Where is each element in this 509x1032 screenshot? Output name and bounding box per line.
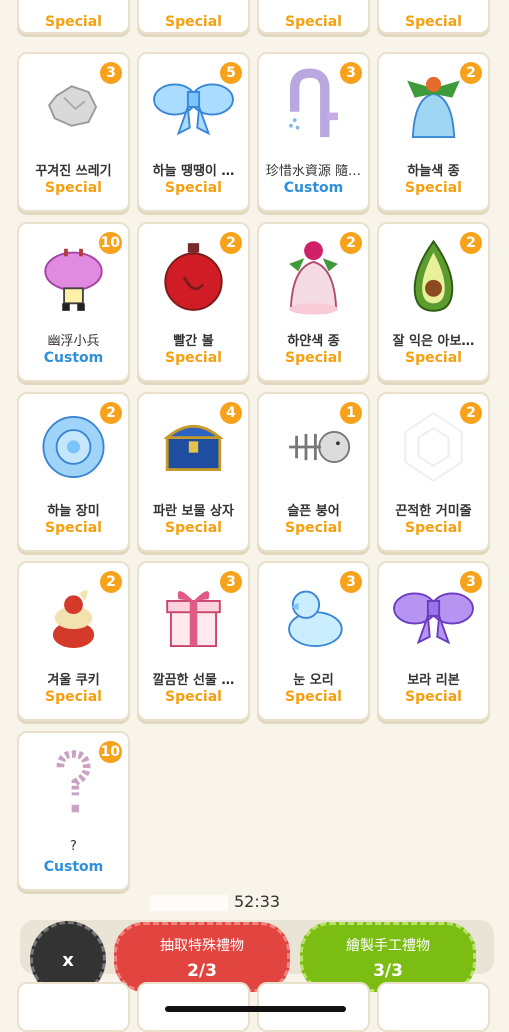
gift-kind: Special xyxy=(405,689,462,705)
gift-card[interactable]: 3 꾸겨진 쓰레기 Special xyxy=(17,52,130,212)
gift-card-partial[interactable]: Special xyxy=(257,0,370,34)
gift-card[interactable]: 10? Custom xyxy=(17,731,130,891)
gift-name: 하늘 땡땡이 … xyxy=(152,164,235,179)
gift-kind: Special xyxy=(405,520,462,536)
count-badge: 10 xyxy=(98,232,122,254)
countdown-timer: 52:33 xyxy=(150,892,280,911)
gift-kind: Special xyxy=(45,520,102,536)
gift-kind: Special xyxy=(285,14,342,30)
gift-name: 슬픈 붕어 xyxy=(287,504,340,519)
gift-kind: Special xyxy=(165,520,222,536)
count-badge: 3 xyxy=(220,571,242,593)
gift-kind: Special xyxy=(285,689,342,705)
gift-name: 겨울 쿠키 xyxy=(47,673,100,688)
gift-kind: Special xyxy=(285,520,342,536)
count-badge: 3 xyxy=(340,62,362,84)
gift-card[interactable]: 2 하늘색 종 Special xyxy=(377,52,490,212)
gift-card[interactable]: 2 하늘 장미 Special xyxy=(17,392,130,552)
gift-name: 끈적한 거미줄 xyxy=(395,504,472,519)
gift-card[interactable]: 3 보라 리본 Special xyxy=(377,561,490,721)
gift-name: 파란 보물 상자 xyxy=(153,504,234,519)
gift-name: 꾸겨진 쓰레기 xyxy=(35,164,112,179)
gift-name: ? xyxy=(70,839,77,854)
gift-card-partial[interactable]: Special xyxy=(17,0,130,34)
gift-kind: Special xyxy=(405,180,462,196)
gift-card[interactable]: 2 하얀색 종 Special xyxy=(257,222,370,382)
home-indicator[interactable] xyxy=(165,1006,346,1012)
count-badge: 10 xyxy=(98,741,122,763)
gift-kind: Special xyxy=(45,14,102,30)
gift-name: 하늘색 종 xyxy=(407,164,460,179)
gift-kind: Custom xyxy=(43,350,104,366)
gift-card[interactable]: 10 幽浮小兵 Custom xyxy=(17,222,130,382)
gift-kind: Custom xyxy=(43,859,104,875)
gift-card-peek[interactable] xyxy=(17,982,130,1032)
gift-kind: Special xyxy=(45,180,102,196)
gift-card-partial[interactable]: Special xyxy=(377,0,490,34)
gift-card[interactable]: 5 하늘 땡땡이 … Special xyxy=(137,52,250,212)
count-badge: 2 xyxy=(100,571,122,593)
gift-kind: Special xyxy=(45,689,102,705)
draw-special-label: 抽取特殊禮物 xyxy=(160,938,244,954)
gift-kind: Special xyxy=(285,350,342,366)
gift-name: 珍惜水資源 隨… xyxy=(265,164,362,179)
gift-name: 잘 익은 아보… xyxy=(392,334,475,349)
gift-card[interactable]: 2 겨울 쿠키 Special xyxy=(17,561,130,721)
gift-kind: Custom xyxy=(283,180,344,196)
gift-kind: Special xyxy=(165,180,222,196)
gift-name: 빨간 볼 xyxy=(173,334,214,349)
count-badge: 2 xyxy=(340,232,362,254)
gift-kind: Special xyxy=(165,14,222,30)
gift-card[interactable]: 4 파란 보물 상자 Special xyxy=(137,392,250,552)
count-badge: 2 xyxy=(220,232,242,254)
draw-custom-label: 繪製手工禮物 xyxy=(346,938,430,954)
gift-card[interactable]: 2 잘 익은 아보… Special xyxy=(377,222,490,382)
count-badge: 3 xyxy=(340,571,362,593)
gift-name: 하늘 장미 xyxy=(47,504,100,519)
count-badge: 1 xyxy=(340,402,362,424)
gift-name: 보라 리본 xyxy=(407,673,460,688)
count-badge: 2 xyxy=(460,402,482,424)
gift-card[interactable]: 2 빨간 볼 Special xyxy=(137,222,250,382)
timer-value: 52:33 xyxy=(234,892,281,911)
gift-card[interactable]: 1 슬픈 붕어 Special xyxy=(257,392,370,552)
gift-name: 하얀색 종 xyxy=(287,334,340,349)
gift-card[interactable]: 2 끈적한 거미줄 Special xyxy=(377,392,490,552)
gift-card[interactable]: 3 珍惜水資源 隨… Custom xyxy=(257,52,370,212)
gift-kind: Special xyxy=(405,14,462,30)
count-badge: 2 xyxy=(100,402,122,424)
gift-card-peek[interactable] xyxy=(377,982,490,1032)
gift-card-partial[interactable]: Special xyxy=(137,0,250,34)
gift-name: 깔끔한 선물 … xyxy=(152,673,235,688)
draw-custom-progress: 3/3 xyxy=(373,961,403,981)
gift-kind: Special xyxy=(405,350,462,366)
count-badge: 3 xyxy=(460,571,482,593)
gift-kind: Special xyxy=(165,350,222,366)
count-badge: 3 xyxy=(100,62,122,84)
count-badge: 2 xyxy=(460,62,482,84)
gift-name: 눈 오리 xyxy=(293,673,334,688)
gift-kind: Special xyxy=(165,689,222,705)
count-badge: 5 xyxy=(220,62,242,84)
gift-name: 幽浮小兵 xyxy=(47,334,100,349)
count-badge: 2 xyxy=(460,232,482,254)
draw-special-progress: 2/3 xyxy=(187,961,217,981)
gift-card[interactable]: 3 깔끔한 선물 … Special xyxy=(137,561,250,721)
gift-card[interactable]: 3 눈 오리 Special xyxy=(257,561,370,721)
count-badge: 4 xyxy=(220,402,242,424)
timer-label-obscured xyxy=(150,894,228,911)
